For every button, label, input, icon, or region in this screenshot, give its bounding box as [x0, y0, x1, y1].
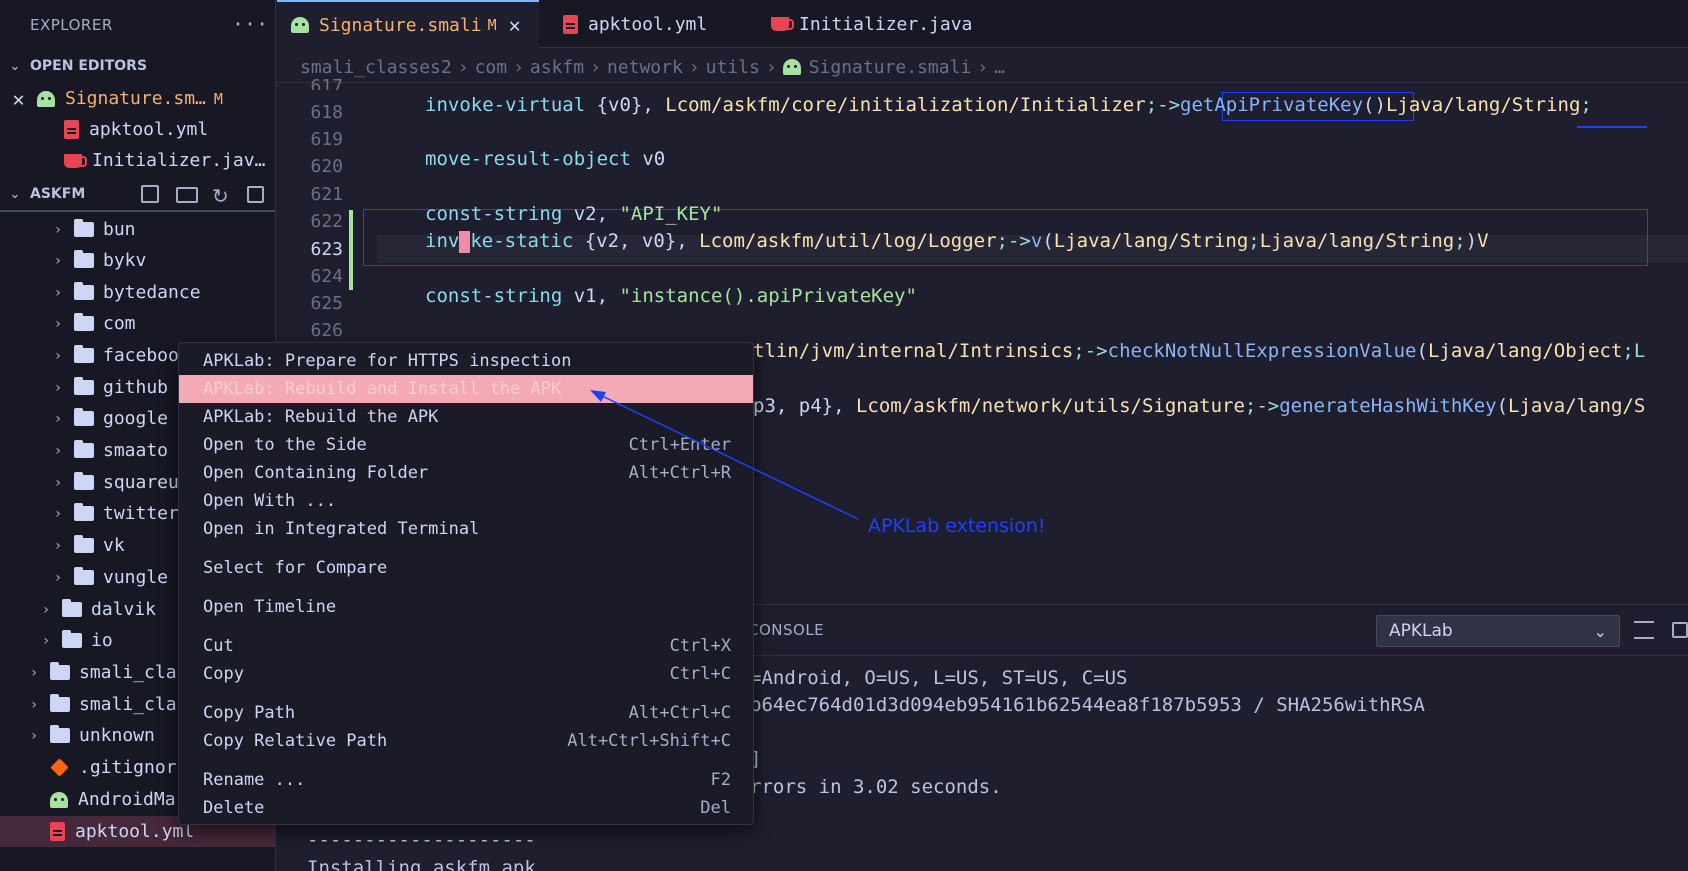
annotation-text: APKLab extension!	[868, 515, 1046, 537]
annotation-arrow	[590, 390, 859, 520]
